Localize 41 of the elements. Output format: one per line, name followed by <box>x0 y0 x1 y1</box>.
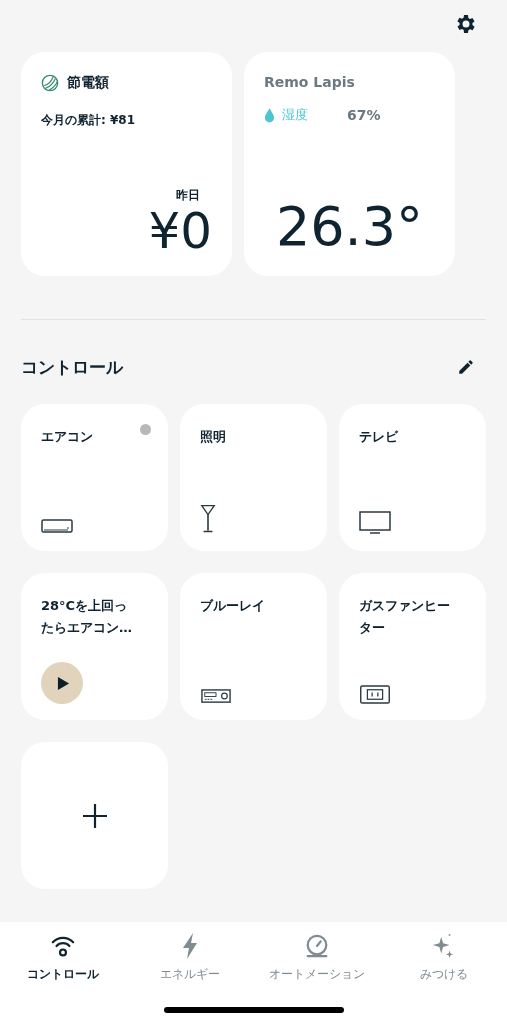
leaf-ball-icon <box>41 74 59 92</box>
device-name: Remo Lapis <box>264 74 356 90</box>
tile-label: エアコン <box>41 428 93 446</box>
tile-label: ブルーレイ <box>200 597 265 615</box>
droplet-icon <box>264 107 275 123</box>
floor-lamp-icon <box>200 503 216 535</box>
edit-icon[interactable] <box>457 358 475 376</box>
air-conditioner-icon <box>41 519 73 535</box>
tile-label: 照明 <box>200 428 226 446</box>
tab[interactable]: エネルギー <box>126 932 254 983</box>
player-deck-icon <box>200 689 232 704</box>
power-outlet-icon <box>359 685 391 704</box>
section-title: コントロール <box>21 355 123 379</box>
device-tile[interactable]: 28°Cを上回ったらエアコン… <box>21 573 168 720</box>
device-tile[interactable]: テレビ <box>339 404 486 551</box>
sensor-card[interactable]: Remo Lapis 湿度 67% 26.3° <box>244 52 455 276</box>
tab[interactable]: コントロール <box>0 932 127 983</box>
tv-icon <box>359 511 391 535</box>
tile-label: テレビ <box>359 428 398 446</box>
lightning-bolt-icon <box>182 933 199 959</box>
device-tile[interactable]: エアコン <box>21 404 168 551</box>
sparkle-icon <box>431 933 456 959</box>
device-tile[interactable]: ガスファンヒーター <box>339 573 486 720</box>
tab[interactable]: みつける <box>380 932 507 983</box>
plus-icon <box>81 802 108 829</box>
yesterday-label: 昨日 <box>176 187 200 204</box>
wireless-signal-icon <box>50 934 77 958</box>
device-tile[interactable]: ブルーレイ <box>180 573 327 720</box>
savings-card[interactable]: 節電額 今月の累計: ¥81 昨日 ¥0 <box>21 52 232 276</box>
monthly-total: 今月の累計: ¥81 <box>41 112 137 129</box>
humidity-label: 湿度 <box>282 106 309 124</box>
play-button[interactable] <box>41 662 83 704</box>
yesterday-amount: ¥0 <box>148 206 212 256</box>
tile-label: ガスファンヒーター <box>359 597 451 638</box>
temperature-reading: 26.3° <box>274 199 425 256</box>
card-title: 節電額 <box>67 74 109 92</box>
play-icon <box>57 675 70 691</box>
tile-label: 28°Cを上回ったらエアコン… <box>41 597 133 638</box>
device-tile[interactable]: 照明 <box>180 404 327 551</box>
tab[interactable]: オートメーション <box>253 932 381 983</box>
humidity-value: 67% <box>347 107 381 123</box>
